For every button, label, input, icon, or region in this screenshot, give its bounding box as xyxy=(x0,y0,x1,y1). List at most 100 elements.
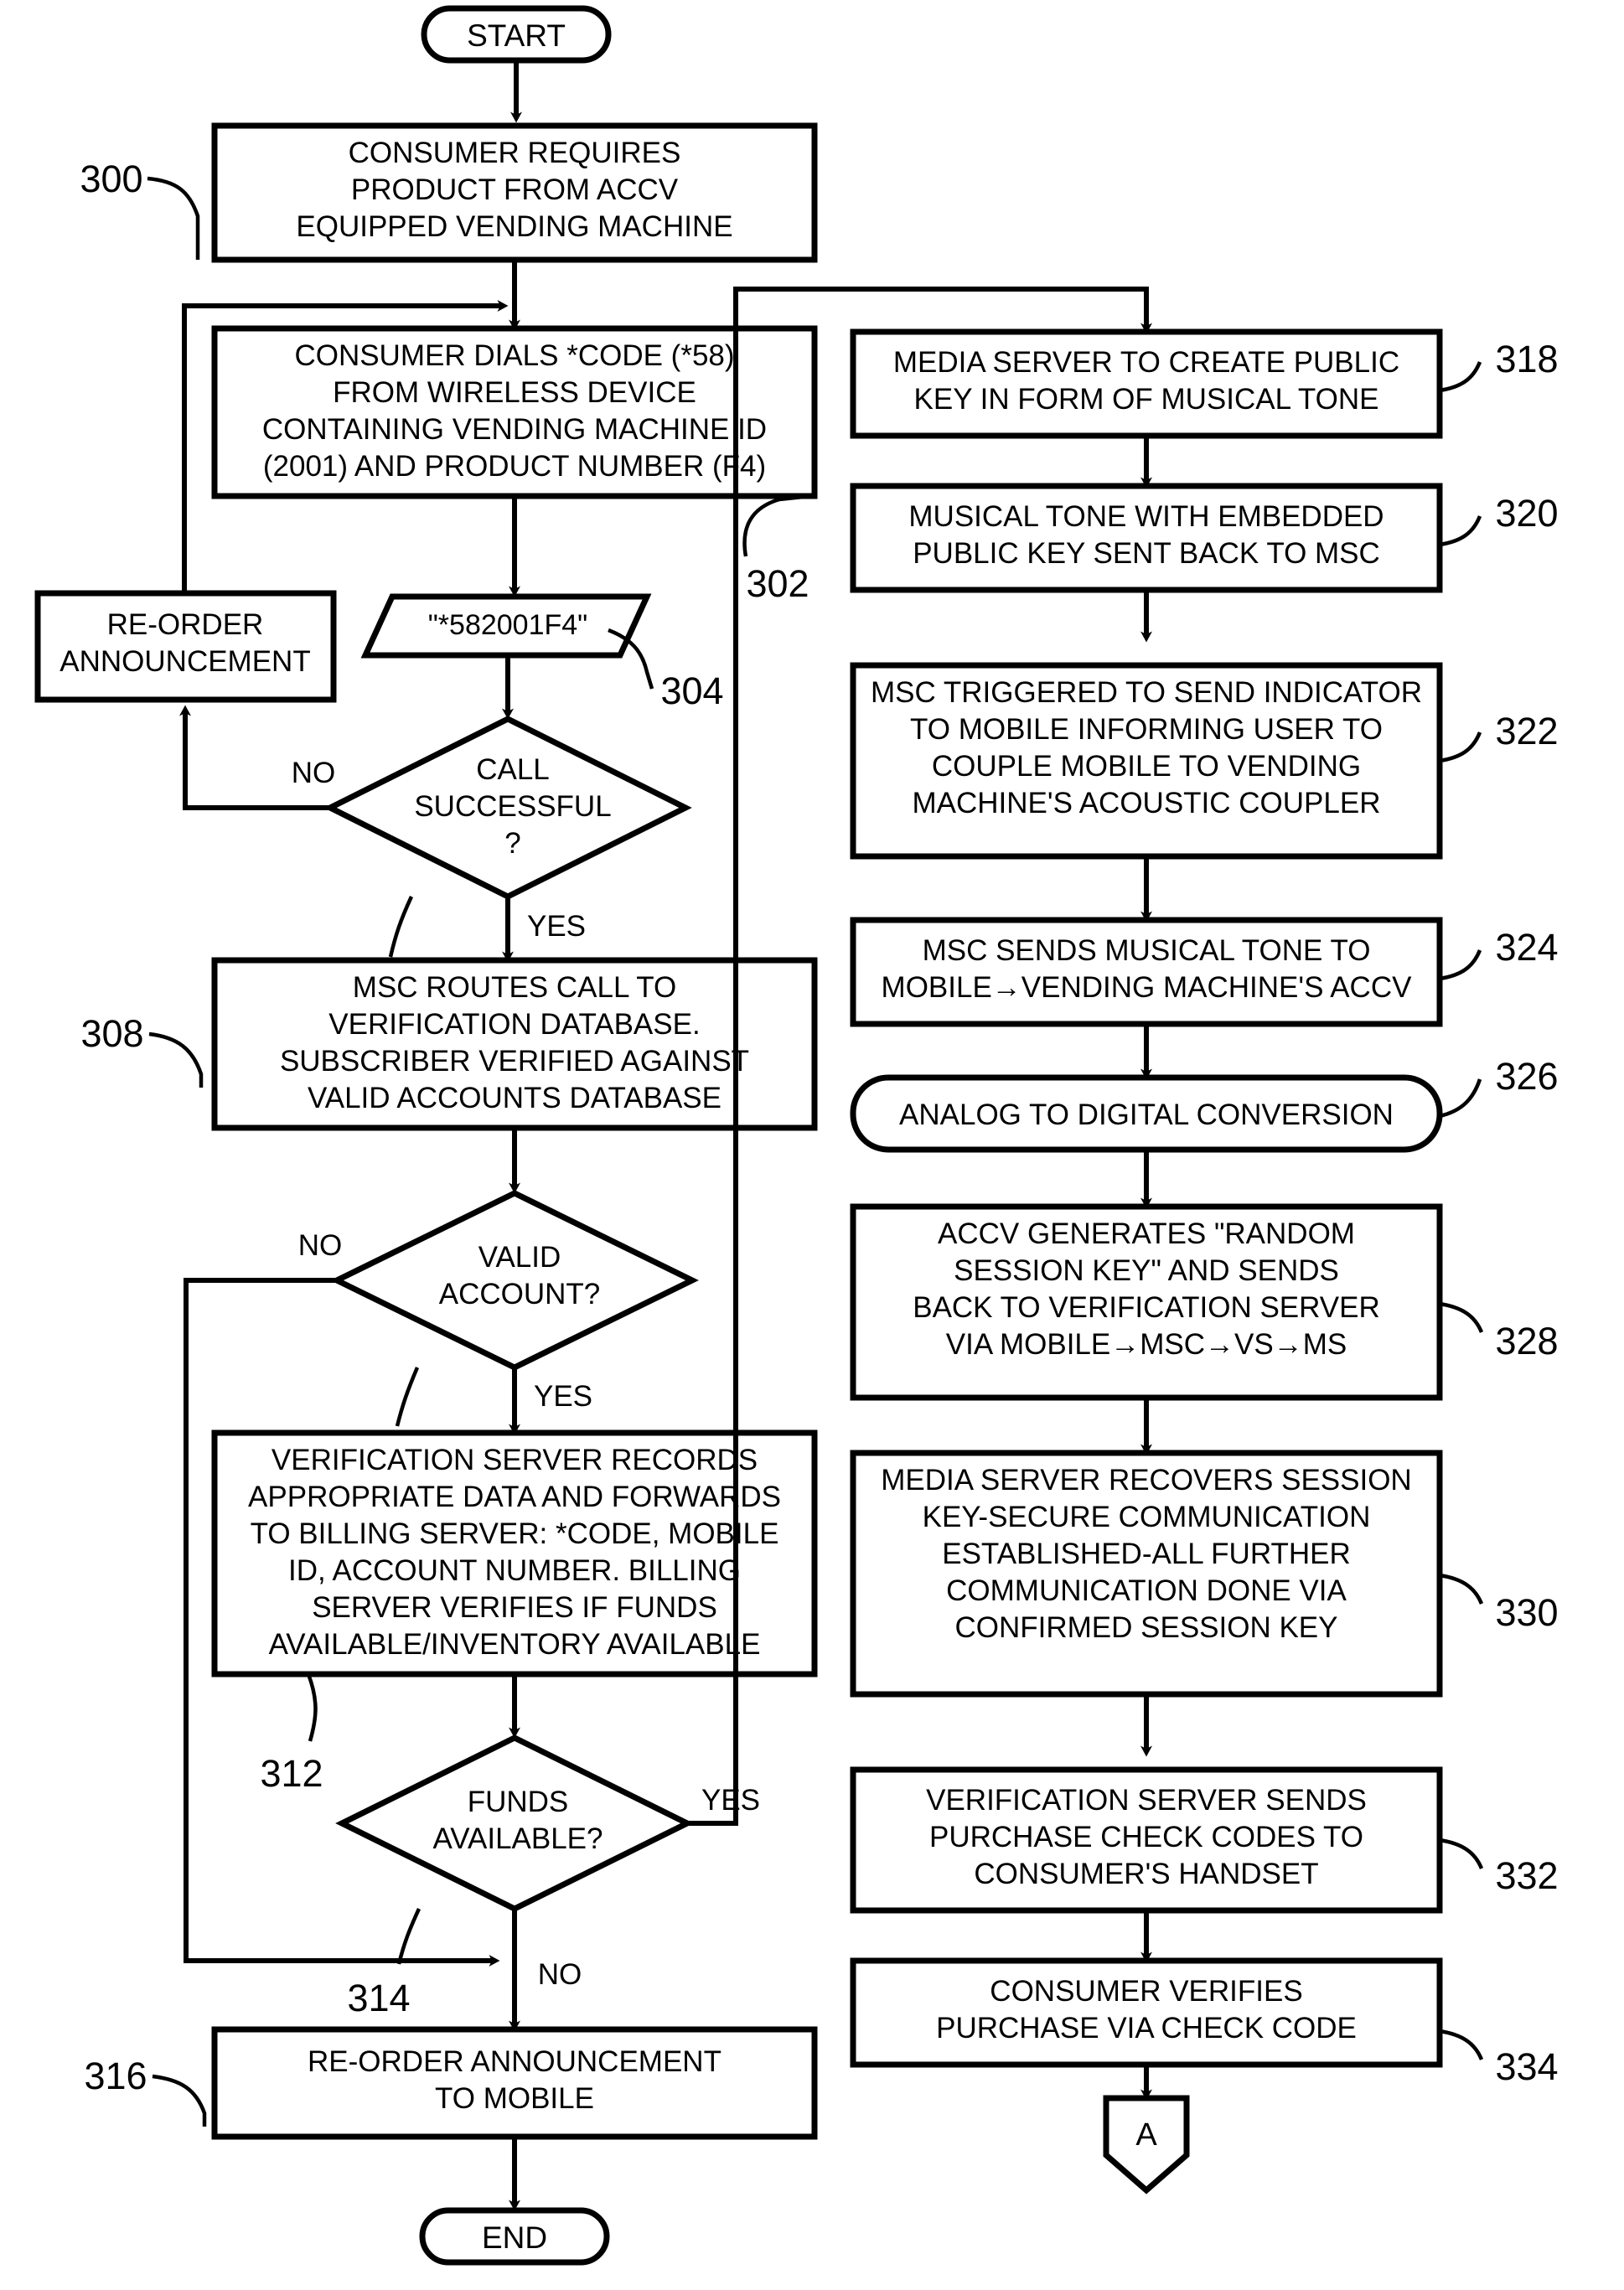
node-328: ACCV GENERATES "RANDOM SESSION KEY" AND … xyxy=(850,1203,1443,1401)
node-328-line-2: BACK TO VERIFICATION SERVER xyxy=(913,1291,1380,1324)
leader-302 xyxy=(742,494,812,557)
node-318: MEDIA SERVER TO CREATE PUBLIC KEY IN FOR… xyxy=(850,328,1443,439)
node-332-line-0: VERIFICATION SERVER SENDS xyxy=(926,1784,1367,1817)
branch-306-yes: YES xyxy=(527,910,586,943)
leader-310 xyxy=(395,1367,420,1427)
ref-label-314: 314 xyxy=(347,1977,410,2019)
node-310-line-1: ACCOUNT? xyxy=(439,1278,601,1310)
node-318-line-1: KEY IN FORM OF MUSICAL TONE xyxy=(914,383,1379,416)
node-302-line-3: (2001) AND PRODUCT NUMBER (F4) xyxy=(263,450,766,483)
node-304: "*582001F4" xyxy=(360,593,652,659)
node-312-line-4: SERVER VERIFIES IF FUNDS xyxy=(312,1591,717,1624)
leader-300 xyxy=(147,176,200,260)
node-320-line-1: PUBLIC KEY SENT BACK TO MSC xyxy=(913,537,1380,570)
node-324: MSC SENDS MUSICAL TONE TO MOBILE→VENDING… xyxy=(850,917,1443,1027)
node-332-line-1: PURCHASE CHECK CODES TO xyxy=(929,1821,1363,1853)
leader-324 xyxy=(1439,949,1482,981)
leader-322 xyxy=(1439,731,1482,763)
node-306-line-2: ? xyxy=(504,827,520,860)
branch-314-yes: YES xyxy=(701,1784,760,1817)
node-320-line-0: MUSICAL TONE WITH EMBEDDED xyxy=(908,500,1384,533)
node-334-line-1: PURCHASE VIA CHECK CODE xyxy=(936,2012,1357,2044)
node-316-line-0: RE-ORDER ANNOUNCEMENT xyxy=(308,2045,721,2078)
node-318-line-0: MEDIA SERVER TO CREATE PUBLIC xyxy=(893,346,1399,379)
node-308-line-2: SUBSCRIBER VERIFIED AGAINST xyxy=(280,1045,749,1078)
node-330-line-1: KEY-SECURE COMMUNICATION xyxy=(923,1501,1371,1533)
node-304-line-0: "*582001F4" xyxy=(428,609,588,641)
branch-310-yes: YES xyxy=(534,1380,592,1413)
node-302-line-1: FROM WIRELESS DEVICE xyxy=(333,376,696,409)
leader-328 xyxy=(1439,1301,1484,1333)
branch-306-no: NO xyxy=(292,757,336,789)
node-reorder-announcement: RE-ORDER ANNOUNCEMENT xyxy=(34,590,337,703)
node-330: MEDIA SERVER RECOVERS SESSION KEY-SECURE… xyxy=(850,1450,1443,1698)
leader-330 xyxy=(1439,1573,1484,1605)
node-306: CALL SUCCESSFUL ? xyxy=(323,716,692,900)
node-300-line-0: CONSUMER REQUIRES xyxy=(349,137,681,169)
node-302-line-2: CONTAINING VENDING MACHINE ID xyxy=(262,413,767,446)
node-332: VERIFICATION SERVER SENDS PURCHASE CHECK… xyxy=(850,1766,1443,1914)
node-302: CONSUMER DIALS *CODE (*58) FROM WIRELESS… xyxy=(211,325,818,499)
ref-label-320: 320 xyxy=(1495,492,1558,535)
node-308-line-3: VALID ACCOUNTS DATABASE xyxy=(308,1082,721,1114)
node-322-line-0: MSC TRIGGERED TO SEND INDICATOR xyxy=(871,676,1422,709)
node-310: VALID ACCOUNT? xyxy=(330,1190,699,1371)
node-start: START xyxy=(421,5,612,64)
node-322-line-1: TO MOBILE INFORMING USER TO xyxy=(910,713,1383,746)
leader-320 xyxy=(1439,515,1482,547)
node-312-line-3: ID, ACCOUNT NUMBER. BILLING xyxy=(288,1554,741,1587)
ref-label-318: 318 xyxy=(1495,338,1558,380)
leader-316 xyxy=(152,2074,207,2127)
leader-314 xyxy=(396,1908,422,1965)
ref-label-332: 332 xyxy=(1495,1854,1558,1897)
node-322-line-3: MACHINE'S ACOUSTIC COUPLER xyxy=(913,787,1381,819)
node-314-line-0: FUNDS xyxy=(468,1786,569,1818)
branch-314-no: NO xyxy=(538,1958,582,1991)
start-terminator-label: START xyxy=(467,18,566,53)
node-330-line-3: COMMUNICATION DONE VIA xyxy=(946,1574,1347,1607)
node-324-line-1: MOBILE→VENDING MACHINE'S ACCV xyxy=(882,971,1413,1004)
ref-label-330: 330 xyxy=(1495,1591,1558,1634)
node-322-line-2: COUPLE MOBILE TO VENDING xyxy=(932,750,1361,783)
leader-332 xyxy=(1439,1838,1484,1869)
node-306-line-0: CALL xyxy=(476,753,550,786)
node-connector-a: A xyxy=(1103,2095,1190,2194)
node-320: MUSICAL TONE WITH EMBEDDED PUBLIC KEY SE… xyxy=(850,483,1443,593)
node-312-line-2: TO BILLING SERVER: *CODE, MOBILE xyxy=(251,1517,779,1550)
connector-a-label: A xyxy=(1135,2117,1157,2153)
leader-308 xyxy=(148,1031,204,1088)
ref-label-334: 334 xyxy=(1495,2045,1558,2088)
node-328-line-3: VIA MOBILE→MSC→VS→MS xyxy=(946,1328,1347,1361)
node-300-line-1: PRODUCT FROM ACCV xyxy=(351,173,679,206)
node-334-line-0: CONSUMER VERIFIES xyxy=(990,1975,1302,2008)
node-302-line-0: CONSUMER DIALS *CODE (*58) xyxy=(294,339,734,372)
ref-label-304: 304 xyxy=(660,669,723,712)
node-314-line-1: AVAILABLE? xyxy=(433,1822,603,1855)
node-312: VERIFICATION SERVER RECORDS APPROPRIATE … xyxy=(211,1429,818,1677)
node-330-line-0: MEDIA SERVER RECOVERS SESSION xyxy=(881,1464,1411,1497)
leader-312 xyxy=(306,1673,318,1742)
node-314: FUNDS AVAILABLE? xyxy=(335,1734,694,1912)
ref-label-326: 326 xyxy=(1495,1055,1558,1098)
ref-label-324: 324 xyxy=(1495,926,1558,969)
node-332-line-2: CONSUMER'S HANDSET xyxy=(974,1858,1318,1890)
branch-310-no: NO xyxy=(298,1229,343,1262)
node-328-line-0: ACCV GENERATES "RANDOM xyxy=(938,1217,1355,1250)
leader-326 xyxy=(1439,1078,1482,1119)
node-326: ANALOG TO DIGITAL CONVERSION xyxy=(850,1074,1443,1153)
node-312-line-0: VERIFICATION SERVER RECORDS xyxy=(272,1444,758,1476)
leader-318 xyxy=(1439,361,1482,393)
node-306-line-1: SUCCESSFUL xyxy=(414,790,611,823)
ref-label-322: 322 xyxy=(1495,710,1558,752)
node-330-line-2: ESTABLISHED-ALL FURTHER xyxy=(942,1538,1351,1570)
node-312-line-5: AVAILABLE/INVENTORY AVAILABLE xyxy=(269,1628,761,1661)
leader-334 xyxy=(1439,2029,1484,2060)
ref-label-300: 300 xyxy=(80,158,142,200)
end-terminator-label: END xyxy=(482,2220,547,2255)
node-328-line-1: SESSION KEY" AND SENDS xyxy=(954,1254,1339,1287)
reorder-announcement-line-1: ANNOUNCEMENT xyxy=(59,645,310,678)
node-308: MSC ROUTES CALL TO VERIFICATION DATABASE… xyxy=(211,957,818,1131)
node-308-line-1: VERIFICATION DATABASE. xyxy=(328,1008,700,1041)
node-316-line-1: TO MOBILE xyxy=(435,2082,594,2115)
leader-306 xyxy=(388,896,414,958)
